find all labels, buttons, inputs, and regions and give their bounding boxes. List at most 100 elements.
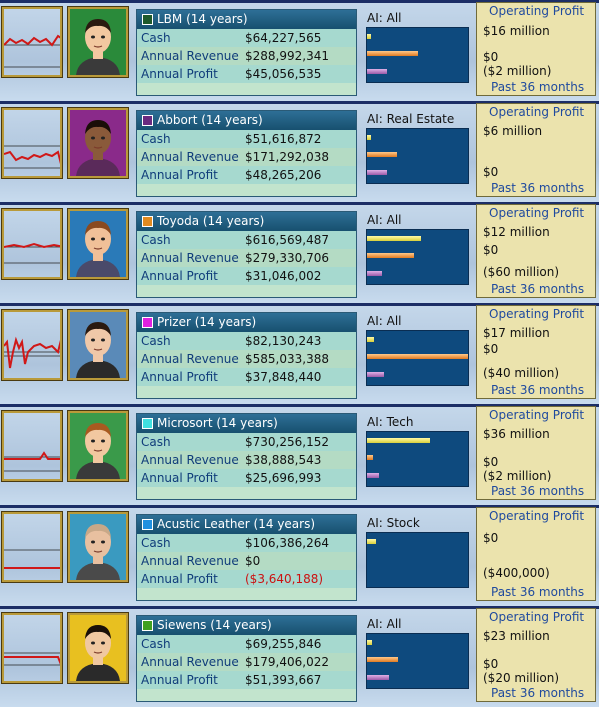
chart-zero-label: $0 xyxy=(483,50,499,64)
man-spiky-hair-portrait[interactable] xyxy=(67,410,129,482)
company-color-swatch xyxy=(142,14,153,25)
company-name-header[interactable]: LBM (14 years) xyxy=(137,10,356,29)
ai-prefix: AI: xyxy=(367,213,387,227)
revenue-bar xyxy=(367,354,468,359)
chart-title: Operating Profit xyxy=(489,105,585,119)
man-dark-hair-portrait[interactable] xyxy=(67,6,129,78)
ai-setting: AI: All xyxy=(367,617,402,631)
revenue-row: Annual Revenue $585,033,388 xyxy=(137,350,356,368)
revenue-bar xyxy=(367,152,397,157)
company-row-7[interactable]: Siewens (14 years) Cash $69,255,846 Annu… xyxy=(0,606,599,707)
ns-logo[interactable] xyxy=(1,511,63,583)
man-suit-portrait[interactable] xyxy=(67,309,129,381)
woman-black-hair-portrait[interactable] xyxy=(67,612,129,684)
company-name-header[interactable]: Acustic Leather (14 years) xyxy=(137,515,356,534)
cash-row: Cash $616,569,487 xyxy=(137,231,356,249)
profit-row: Annual Profit $25,696,993 xyxy=(137,469,356,487)
chart-top-label: $0 xyxy=(483,531,499,545)
chart-bottom-label: ($20 million) xyxy=(483,671,560,685)
revenue-value: $279,330,706 xyxy=(245,251,329,265)
operating-profit-chart[interactable]: Operating Profit $6 million $0 Past 36 m… xyxy=(476,103,596,197)
profit-value: $51,393,667 xyxy=(245,673,322,687)
revenue-bar xyxy=(367,51,418,56)
company-name-header[interactable]: Microsort (14 years) xyxy=(137,414,356,433)
chart-bottom-label: ($60 million) xyxy=(483,265,560,279)
man-bald-portrait[interactable] xyxy=(67,511,129,583)
cash-row: Cash $106,386,264 xyxy=(137,534,356,552)
company-name: Prizer (14 years) xyxy=(157,315,257,329)
chart-footer: Past 36 months xyxy=(491,484,585,498)
company-name: Acustic Leather (14 years) xyxy=(157,517,316,531)
chart-zero-label: $0 xyxy=(483,243,499,257)
operating-profit-chart[interactable]: Operating Profit $23 million $0 ($20 mil… xyxy=(476,608,596,702)
operating-profit-chart[interactable]: Operating Profit $17 million $0 ($40 mil… xyxy=(476,305,596,399)
company-color-swatch xyxy=(142,317,153,328)
cash-bar xyxy=(367,337,374,342)
profit-bar xyxy=(367,271,382,276)
company-name: Siewens (14 years) xyxy=(157,618,272,632)
company-row-5[interactable]: Microsort (14 years) Cash $730,256,152 A… xyxy=(0,404,599,505)
spiral-shell-logo[interactable] xyxy=(1,612,63,684)
cash-value: $616,569,487 xyxy=(245,233,329,247)
company-name-header[interactable]: Siewens (14 years) xyxy=(137,616,356,635)
cash-row: Cash $51,616,872 xyxy=(137,130,356,148)
profit-label: Annual Profit xyxy=(141,673,218,687)
cash-row: Cash $69,255,846 xyxy=(137,635,356,653)
company-row-2[interactable]: Abbort (14 years) Cash $51,616,872 Annua… xyxy=(0,101,599,202)
cash-label: Cash xyxy=(141,31,171,45)
profit-label: Annual Profit xyxy=(141,370,218,384)
profit-label: Annual Profit xyxy=(141,168,218,182)
profit-row: Annual Profit ($3,640,188) xyxy=(137,570,356,588)
revenue-row: Annual Revenue $38,888,543 xyxy=(137,451,356,469)
revenue-label: Annual Revenue xyxy=(141,150,239,164)
company-row-6[interactable]: Acustic Leather (14 years) Cash $106,386… xyxy=(0,505,599,606)
chart-bottom-label: ($2 million) xyxy=(483,469,552,483)
cash-bar xyxy=(367,34,371,39)
cash-row: Cash $82,130,243 xyxy=(137,332,356,350)
revenue-value: $38,888,543 xyxy=(245,453,322,467)
company-row-3[interactable]: Toyoda (14 years) Cash $616,569,487 Annu… xyxy=(0,202,599,303)
revenue-value: $0 xyxy=(245,554,261,568)
chart-top-label: $6 million xyxy=(483,124,543,138)
chart-title: Operating Profit xyxy=(489,206,585,220)
operating-profit-chart[interactable]: Operating Profit $16 million $0 ($2 mill… xyxy=(476,2,596,96)
cash-bar xyxy=(367,640,372,645)
company-row-4[interactable]: Prizer (14 years) Cash $82,130,243 Annua… xyxy=(0,303,599,404)
woman-portrait[interactable] xyxy=(67,107,129,179)
bar-graph-logo[interactable] xyxy=(1,208,63,280)
operating-profit-chart[interactable]: Operating Profit $0 ($400,000) Past 36 m… xyxy=(476,507,596,601)
cash-label: Cash xyxy=(141,334,171,348)
company-name-header[interactable]: Prizer (14 years) xyxy=(137,313,356,332)
cash-row: Cash $730,256,152 xyxy=(137,433,356,451)
blue-globe-logo[interactable] xyxy=(1,309,63,381)
profit-bar xyxy=(367,170,387,175)
leaf-logo[interactable] xyxy=(1,410,63,482)
chart-footer: Past 36 months xyxy=(491,686,585,700)
chart-top-label: $36 million xyxy=(483,427,550,441)
ai-prefix: AI: xyxy=(367,112,387,126)
man-brown-hair-portrait[interactable] xyxy=(67,208,129,280)
ai-prefix: AI: xyxy=(367,617,387,631)
operating-profit-chart[interactable]: Operating Profit $12 million $0 ($60 mil… xyxy=(476,204,596,298)
company-row-1[interactable]: LBM (14 years) Cash $64,227,565 Annual R… xyxy=(0,0,599,101)
company-name-header[interactable]: Abbort (14 years) xyxy=(137,111,356,130)
ai-prefix: AI: xyxy=(367,11,387,25)
cash-row: Cash $64,227,565 xyxy=(137,29,356,47)
swirl-logo[interactable] xyxy=(1,107,63,179)
profit-row: Annual Profit $48,265,206 xyxy=(137,166,356,184)
company-name-header[interactable]: Toyoda (14 years) xyxy=(137,212,356,231)
globe-stripes-logo[interactable] xyxy=(1,6,63,78)
operating-profit-chart[interactable]: Operating Profit $36 million $0 ($2 mill… xyxy=(476,406,596,500)
cash-value: $82,130,243 xyxy=(245,334,322,348)
profit-label: Annual Profit xyxy=(141,269,218,283)
revenue-value: $171,292,038 xyxy=(245,150,329,164)
chart-footer: Past 36 months xyxy=(491,80,585,94)
revenue-row: Annual Revenue $279,330,706 xyxy=(137,249,356,267)
revenue-value: $288,992,341 xyxy=(245,49,329,63)
ai-setting: AI: All xyxy=(367,11,402,25)
revenue-row: Annual Revenue $179,406,022 xyxy=(137,653,356,671)
company-name: Microsort (14 years) xyxy=(157,416,278,430)
company-name: LBM (14 years) xyxy=(157,12,248,26)
cash-label: Cash xyxy=(141,132,171,146)
cash-value: $51,616,872 xyxy=(245,132,322,146)
